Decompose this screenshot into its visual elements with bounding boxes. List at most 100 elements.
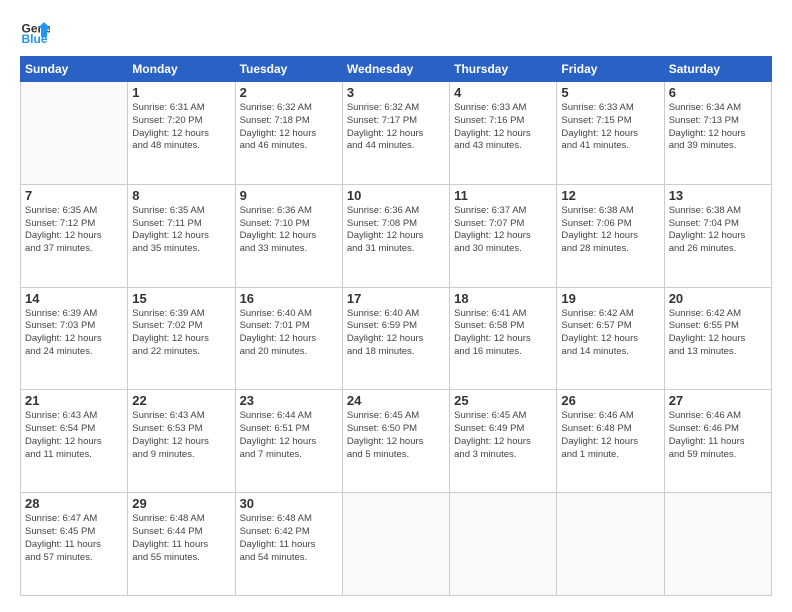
day-number: 12 xyxy=(561,188,659,203)
day-number: 29 xyxy=(132,496,230,511)
day-number: 15 xyxy=(132,291,230,306)
calendar-cell: 23 Sunrise: 6:44 AM Sunset: 6:51 PM Dayli… xyxy=(235,390,342,493)
calendar-cell: 10Sunrise: 6:36 AM Sunset: 7:08 PM Dayli… xyxy=(342,184,449,287)
day-info: Sunrise: 6:45 AM Sunset: 6:50 PM Dayligh… xyxy=(347,410,445,461)
calendar-cell: 19 Sunrise: 6:42 AM Sunset: 6:57 PM Dayli… xyxy=(557,287,664,390)
day-number: 17 xyxy=(347,291,445,306)
day-number: 14 xyxy=(25,291,123,306)
calendar-cell: 5 Sunrise: 6:33 AM Sunset: 7:15 PM Daylig… xyxy=(557,82,664,185)
day-number: 18 xyxy=(454,291,552,306)
calendar-cell: 7Sunrise: 6:35 AM Sunset: 7:12 PM Daylig… xyxy=(21,184,128,287)
header: General Blue xyxy=(20,16,772,46)
day-info: Sunrise: 6:43 AM Sunset: 6:53 PM Dayligh… xyxy=(132,410,230,461)
day-info: Sunrise: 6:46 AM Sunset: 6:48 PM Dayligh… xyxy=(561,410,659,461)
day-number: 6 xyxy=(669,85,767,100)
calendar-cell: 4 Sunrise: 6:33 AM Sunset: 7:16 PM Daylig… xyxy=(450,82,557,185)
day-info: Sunrise: 6:45 AM Sunset: 6:49 PM Dayligh… xyxy=(454,410,552,461)
day-info: Sunrise: 6:40 AM Sunset: 7:01 PM Dayligh… xyxy=(240,308,338,359)
day-number: 28 xyxy=(25,496,123,511)
calendar-cell: 1 Sunrise: 6:31 AM Sunset: 7:20 PM Daylig… xyxy=(128,82,235,185)
day-info: Sunrise: 6:39 AM Sunset: 7:03 PM Dayligh… xyxy=(25,308,123,359)
page: General Blue SundayMondayTuesdayWednesda… xyxy=(0,0,792,612)
day-info: Sunrise: 6:46 AM Sunset: 6:46 PM Dayligh… xyxy=(669,410,767,461)
day-number: 3 xyxy=(347,85,445,100)
weekday-header-tuesday: Tuesday xyxy=(235,57,342,82)
day-number: 4 xyxy=(454,85,552,100)
day-info: Sunrise: 6:32 AM Sunset: 7:17 PM Dayligh… xyxy=(347,102,445,153)
day-info: Sunrise: 6:43 AM Sunset: 6:54 PM Dayligh… xyxy=(25,410,123,461)
calendar-cell xyxy=(664,493,771,596)
day-info: Sunrise: 6:32 AM Sunset: 7:18 PM Dayligh… xyxy=(240,102,338,153)
day-number: 20 xyxy=(669,291,767,306)
calendar-cell: 14 Sunrise: 6:39 AM Sunset: 7:03 PM Dayli… xyxy=(21,287,128,390)
day-number: 22 xyxy=(132,393,230,408)
day-number: 24 xyxy=(347,393,445,408)
calendar-cell: 18 Sunrise: 6:41 AM Sunset: 6:58 PM Dayli… xyxy=(450,287,557,390)
day-number: 16 xyxy=(240,291,338,306)
day-info: Sunrise: 6:48 AM Sunset: 6:42 PM Dayligh… xyxy=(240,513,338,564)
day-info: Sunrise: 6:39 AM Sunset: 7:02 PM Dayligh… xyxy=(132,308,230,359)
day-info: Sunrise: 6:40 AM Sunset: 6:59 PM Dayligh… xyxy=(347,308,445,359)
calendar-cell: 13Sunrise: 6:38 AM Sunset: 7:04 PM Dayli… xyxy=(664,184,771,287)
day-info: Sunrise: 6:42 AM Sunset: 6:55 PM Dayligh… xyxy=(669,308,767,359)
calendar-cell: 25 Sunrise: 6:45 AM Sunset: 6:49 PM Dayli… xyxy=(450,390,557,493)
day-info: Sunrise: 6:38 AM Sunset: 7:04 PM Dayligh… xyxy=(669,205,767,256)
calendar-cell: 28 Sunrise: 6:47 AM Sunset: 6:45 PM Dayli… xyxy=(21,493,128,596)
calendar-cell: 2 Sunrise: 6:32 AM Sunset: 7:18 PM Daylig… xyxy=(235,82,342,185)
day-number: 8 xyxy=(132,188,230,203)
day-info: Sunrise: 6:42 AM Sunset: 6:57 PM Dayligh… xyxy=(561,308,659,359)
day-number: 23 xyxy=(240,393,338,408)
day-info: Sunrise: 6:33 AM Sunset: 7:16 PM Dayligh… xyxy=(454,102,552,153)
day-info: Sunrise: 6:35 AM Sunset: 7:11 PM Dayligh… xyxy=(132,205,230,256)
day-info: Sunrise: 6:47 AM Sunset: 6:45 PM Dayligh… xyxy=(25,513,123,564)
day-number: 25 xyxy=(454,393,552,408)
day-info: Sunrise: 6:34 AM Sunset: 7:13 PM Dayligh… xyxy=(669,102,767,153)
day-info: Sunrise: 6:31 AM Sunset: 7:20 PM Dayligh… xyxy=(132,102,230,153)
weekday-header-monday: Monday xyxy=(128,57,235,82)
day-info: Sunrise: 6:41 AM Sunset: 6:58 PM Dayligh… xyxy=(454,308,552,359)
day-info: Sunrise: 6:36 AM Sunset: 7:10 PM Dayligh… xyxy=(240,205,338,256)
weekday-header-friday: Friday xyxy=(557,57,664,82)
calendar-week-row: 7Sunrise: 6:35 AM Sunset: 7:12 PM Daylig… xyxy=(21,184,772,287)
weekday-header-row: SundayMondayTuesdayWednesdayThursdayFrid… xyxy=(21,57,772,82)
day-info: Sunrise: 6:33 AM Sunset: 7:15 PM Dayligh… xyxy=(561,102,659,153)
calendar-cell: 6 Sunrise: 6:34 AM Sunset: 7:13 PM Daylig… xyxy=(664,82,771,185)
calendar-cell: 15 Sunrise: 6:39 AM Sunset: 7:02 PM Dayli… xyxy=(128,287,235,390)
day-number: 26 xyxy=(561,393,659,408)
calendar-cell: 24 Sunrise: 6:45 AM Sunset: 6:50 PM Dayli… xyxy=(342,390,449,493)
day-number: 9 xyxy=(240,188,338,203)
calendar-cell: 29 Sunrise: 6:48 AM Sunset: 6:44 PM Dayli… xyxy=(128,493,235,596)
calendar-cell: 21 Sunrise: 6:43 AM Sunset: 6:54 PM Dayli… xyxy=(21,390,128,493)
day-number: 1 xyxy=(132,85,230,100)
logo: General Blue xyxy=(20,16,54,46)
calendar-cell: 27 Sunrise: 6:46 AM Sunset: 6:46 PM Dayli… xyxy=(664,390,771,493)
calendar-cell: 8 Sunrise: 6:35 AM Sunset: 7:11 PM Daylig… xyxy=(128,184,235,287)
calendar-cell: 9 Sunrise: 6:36 AM Sunset: 7:10 PM Daylig… xyxy=(235,184,342,287)
calendar-cell: 22 Sunrise: 6:43 AM Sunset: 6:53 PM Dayli… xyxy=(128,390,235,493)
weekday-header-wednesday: Wednesday xyxy=(342,57,449,82)
calendar-cell: 20 Sunrise: 6:42 AM Sunset: 6:55 PM Dayli… xyxy=(664,287,771,390)
calendar-cell: 26 Sunrise: 6:46 AM Sunset: 6:48 PM Dayli… xyxy=(557,390,664,493)
day-number: 2 xyxy=(240,85,338,100)
day-info: Sunrise: 6:37 AM Sunset: 7:07 PM Dayligh… xyxy=(454,205,552,256)
calendar-cell xyxy=(21,82,128,185)
calendar-cell xyxy=(342,493,449,596)
calendar-week-row: 14 Sunrise: 6:39 AM Sunset: 7:03 PM Dayli… xyxy=(21,287,772,390)
calendar-week-row: 1 Sunrise: 6:31 AM Sunset: 7:20 PM Daylig… xyxy=(21,82,772,185)
calendar-table: SundayMondayTuesdayWednesdayThursdayFrid… xyxy=(20,56,772,596)
day-number: 5 xyxy=(561,85,659,100)
day-number: 21 xyxy=(25,393,123,408)
day-info: Sunrise: 6:48 AM Sunset: 6:44 PM Dayligh… xyxy=(132,513,230,564)
calendar-cell: 11Sunrise: 6:37 AM Sunset: 7:07 PM Dayli… xyxy=(450,184,557,287)
calendar-week-row: 28 Sunrise: 6:47 AM Sunset: 6:45 PM Dayli… xyxy=(21,493,772,596)
weekday-header-thursday: Thursday xyxy=(450,57,557,82)
logo-icon: General Blue xyxy=(20,16,50,46)
day-number: 27 xyxy=(669,393,767,408)
calendar-cell: 3 Sunrise: 6:32 AM Sunset: 7:17 PM Daylig… xyxy=(342,82,449,185)
day-number: 30 xyxy=(240,496,338,511)
calendar-cell xyxy=(450,493,557,596)
weekday-header-saturday: Saturday xyxy=(664,57,771,82)
day-number: 19 xyxy=(561,291,659,306)
day-info: Sunrise: 6:44 AM Sunset: 6:51 PM Dayligh… xyxy=(240,410,338,461)
calendar-cell: 16 Sunrise: 6:40 AM Sunset: 7:01 PM Dayli… xyxy=(235,287,342,390)
